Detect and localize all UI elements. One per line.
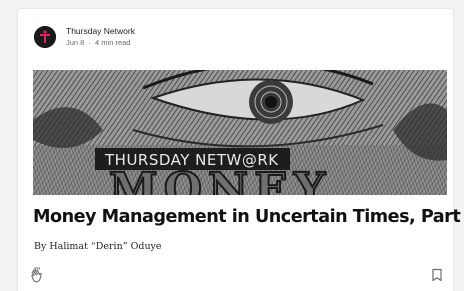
article-byline: By Halimat “Derin” Oduye bbox=[34, 241, 162, 252]
read-time: 4 min read bbox=[95, 38, 131, 47]
publication-header: Thursday Network Jun 8 · 4 min read bbox=[34, 23, 135, 51]
meta-separator: · bbox=[88, 38, 91, 47]
clap-icon[interactable] bbox=[29, 266, 47, 284]
bookmark-icon[interactable] bbox=[431, 268, 443, 282]
article-card[interactable]: Thursday Network Jun 8 · 4 min read THUR… bbox=[17, 8, 464, 291]
hero-money-text: MONEY bbox=[109, 164, 331, 195]
publication-name[interactable]: Thursday Network bbox=[66, 26, 135, 37]
post-meta: Jun 8 · 4 min read bbox=[66, 37, 135, 48]
thursday-network-logo-icon[interactable] bbox=[34, 26, 56, 48]
article-title[interactable]: Money Management in Uncertain Times, Par… bbox=[33, 207, 464, 227]
post-date: Jun 8 bbox=[66, 38, 85, 47]
hero-image[interactable]: THURSDAY NETW@RK MONEY bbox=[33, 70, 447, 195]
